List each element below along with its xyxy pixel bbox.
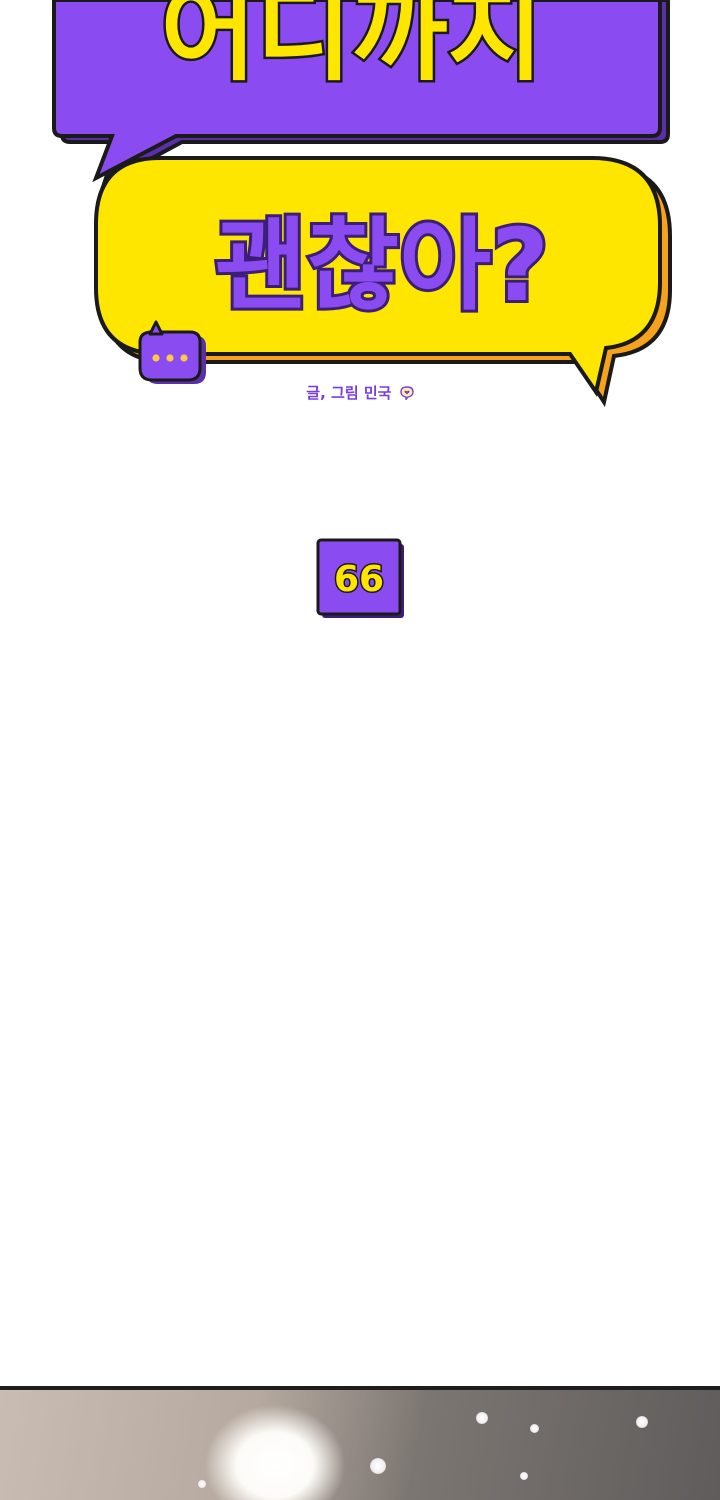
author-credit-text: 글, 그림 민국 — [306, 384, 392, 402]
comic-panel — [0, 1386, 720, 1500]
title-line-2: 괜찮아? — [215, 207, 549, 324]
sparkle — [520, 1472, 528, 1480]
author-credit: 글, 그림 민국 — [0, 382, 720, 403]
heart-bubble-icon — [399, 386, 414, 400]
episode-number: 66 — [334, 559, 384, 600]
series-logo: 어디까지 괜찮아? — [52, 0, 672, 408]
sparkle — [530, 1424, 539, 1433]
sparkle — [476, 1412, 488, 1424]
sparkle — [370, 1458, 386, 1474]
sparkle — [198, 1480, 206, 1488]
episode-number-badge: 66 — [316, 538, 404, 618]
title-line-1: 어디까지 — [161, 0, 544, 95]
sparkle — [636, 1416, 648, 1428]
